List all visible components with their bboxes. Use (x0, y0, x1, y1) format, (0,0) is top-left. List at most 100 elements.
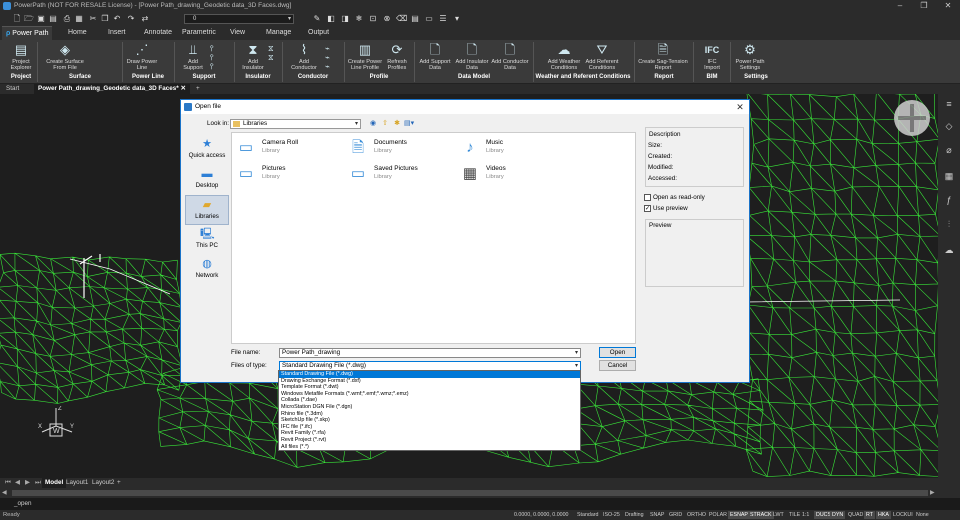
new-folder-icon[interactable]: ✱ (392, 119, 402, 129)
add-support-button[interactable]: ⫫ Add Support (178, 42, 208, 71)
status-toggle-drafting[interactable]: Drafting (623, 511, 646, 519)
maximize-button[interactable]: ❐ (912, 0, 936, 12)
dropdown-icon[interactable]: ▾ (452, 14, 462, 24)
preview-icon[interactable]: ▦ (74, 14, 84, 24)
status-toggle-hka[interactable]: HKA (876, 511, 891, 519)
file-name-input[interactable]: Power Path_drawing ▾ (279, 348, 581, 358)
add-referent-conditions-button[interactable]: ⛛ Add Referent Conditions (582, 42, 622, 71)
tab-output[interactable]: Output (304, 26, 333, 40)
open-icon[interactable]: 🗁 (24, 14, 34, 24)
scroll-right-icon[interactable]: ▶ (930, 489, 935, 496)
list-item[interactable]: 🗎 Documents Library (346, 137, 456, 161)
create-profile-button[interactable]: ▥ Create Power Line Profile (346, 42, 384, 71)
redo-icon[interactable]: ↷ (126, 14, 136, 24)
tab-manage[interactable]: Manage (262, 26, 295, 40)
print-icon[interactable]: ⎙ (62, 14, 72, 24)
status-toggle-lwt[interactable]: LWT (771, 511, 786, 519)
status-toggle-standard[interactable]: Standard (575, 511, 601, 519)
insulator-tools-icon[interactable]: ⧖ ⧖ (268, 44, 274, 62)
close-icon[interactable]: ✕ (180, 85, 185, 92)
file-type-option[interactable]: All files (*.*) (279, 444, 580, 451)
close-window-button[interactable]: ✕ (936, 0, 960, 12)
status-toggle-lockui[interactable]: LOCKUI (891, 511, 915, 519)
layers-panel-icon[interactable]: ◇ (943, 120, 955, 132)
file-list[interactable]: ▭ Camera Roll Library 🗎 Documents Library ♪ M… (231, 132, 636, 344)
create-surface-button[interactable]: ◈ Create Surface From File (42, 42, 88, 71)
open-readonly-checkbox[interactable] (644, 194, 651, 201)
view-menu-icon[interactable]: ▤▾ (404, 119, 414, 129)
status-toggle-1-1[interactable]: 1:1 (800, 511, 811, 519)
cut-icon[interactable]: ✂ (88, 14, 98, 24)
match-properties-icon[interactable]: ⇄ (140, 14, 150, 24)
status-toggle-grid[interactable]: GRID (667, 511, 684, 519)
tab-parametric[interactable]: Parametric (178, 26, 220, 40)
layer-state-icon[interactable]: ◧ (326, 14, 336, 24)
add-insulator-button[interactable]: ⧗ Add Insulator (238, 42, 268, 71)
status-toggle-strack[interactable]: STRACK (748, 511, 774, 519)
add-conductor-button[interactable]: ⌇ Add Conductor (286, 42, 322, 71)
layer-tools-icon[interactable]: ✎ (312, 14, 322, 24)
save-as-icon[interactable]: ▤ (48, 14, 58, 24)
place-network[interactable]: ◍ Network (185, 255, 229, 285)
add-weather-conditions-button[interactable]: ☁ Add Weather Conditions (545, 42, 583, 71)
properties-icon[interactable]: ▤ (410, 14, 420, 24)
status-toggle-quad[interactable]: QUAD (846, 511, 865, 519)
list-item[interactable]: ♪ Music Library (458, 137, 568, 161)
new-tab-button[interactable]: + (192, 84, 204, 94)
draw-power-line-button[interactable]: ⋰ Draw Power Line (122, 42, 162, 71)
list-item[interactable]: ▭ Saved Pictures Library (346, 163, 456, 187)
add-layout-button[interactable]: + (114, 478, 124, 488)
tab-active-drawing[interactable]: Power Path_drawing_Geodetic data_3D Face… (34, 84, 190, 94)
look-in-combo[interactable]: Libraries ▾ (230, 119, 361, 129)
tab-power-path[interactable]: ρ Power Path (2, 26, 53, 40)
tab-view[interactable]: View (226, 26, 249, 40)
command-history[interactable]: _open (0, 498, 960, 510)
save-icon[interactable]: ▣ (36, 14, 46, 24)
cloud-upload-icon[interactable]: ☁ (943, 244, 955, 256)
sliders-icon[interactable]: ⫶ (943, 218, 955, 230)
view-cube-navigator[interactable] (894, 100, 930, 136)
minimize-button[interactable]: – (888, 0, 912, 12)
add-conductor-data-button[interactable]: 🗋 Add Conductor Data (490, 42, 530, 71)
status-toggle-polar[interactable]: POLAR (707, 511, 729, 519)
layer-match-icon[interactable]: ◨ (340, 14, 350, 24)
place-quick-access[interactable]: ★ Quick access (185, 135, 229, 165)
add-insulator-data-button[interactable]: 🗋 Add Insulator Data (454, 42, 490, 71)
horizontal-scrollbar[interactable]: ◀ ▶ (0, 488, 960, 498)
copy-icon[interactable]: ❐ (100, 14, 110, 24)
project-explorer-button[interactable]: ▤ Project Explorer (8, 42, 34, 71)
cancel-button[interactable]: Cancel (599, 360, 636, 371)
tab-layout1[interactable]: Layout1 (63, 478, 91, 488)
scroll-left-icon[interactable]: ◀ (2, 489, 7, 496)
conductor-tools-icon[interactable]: ⌁ ⌁ ⌁ (325, 44, 330, 71)
status-toggle-none[interactable]: None (914, 511, 931, 519)
tool-palette-icon[interactable]: ▦ (943, 170, 955, 182)
power-path-settings-button[interactable]: ⚙ Power Path Settings (731, 42, 769, 71)
status-toggle-iso-25[interactable]: ISO-25 (601, 511, 622, 519)
tab-home[interactable]: Home (64, 26, 91, 40)
list-item[interactable]: ▦ Videos Library (458, 163, 568, 187)
layer-manager-icon[interactable]: ☰ (438, 14, 448, 24)
status-toggle-dyn[interactable]: DYN (830, 511, 846, 519)
scroll-thumb[interactable] (12, 490, 928, 496)
layer-lock-icon[interactable]: ⊡ (368, 14, 378, 24)
place-this-pc[interactable]: 🖳 This PC (185, 225, 229, 255)
tab-insert[interactable]: Insert (104, 26, 130, 40)
close-icon[interactable]: ✕ (733, 100, 747, 114)
layer-off-icon[interactable]: ⊗ (382, 14, 392, 24)
open-button[interactable]: Open (599, 347, 636, 358)
status-toggle-ortho[interactable]: ORTHO (685, 511, 708, 519)
status-toggle-rt[interactable]: RT (864, 511, 875, 519)
layer-combo[interactable]: 0 ▾ (184, 14, 294, 24)
status-toggle-esnap[interactable]: ESNAP (728, 511, 750, 519)
list-item[interactable]: ▭ Camera Roll Library (234, 137, 344, 161)
up-folder-icon[interactable]: ⇧ (380, 119, 390, 129)
display-icon[interactable]: ▭ (424, 14, 434, 24)
chevron-down-icon[interactable]: ▾ (575, 349, 578, 357)
support-tools-icon[interactable]: ⫯ ⫯ ⫯ (210, 44, 213, 71)
layer-freeze-icon[interactable]: ❄ (354, 14, 364, 24)
back-icon[interactable]: ◉ (368, 119, 378, 129)
ifc-import-button[interactable]: IFC IFC Import (697, 42, 727, 71)
tab-start[interactable]: Start (2, 84, 23, 94)
refresh-profiles-button[interactable]: ⟳ Refresh Profiles (384, 42, 410, 71)
